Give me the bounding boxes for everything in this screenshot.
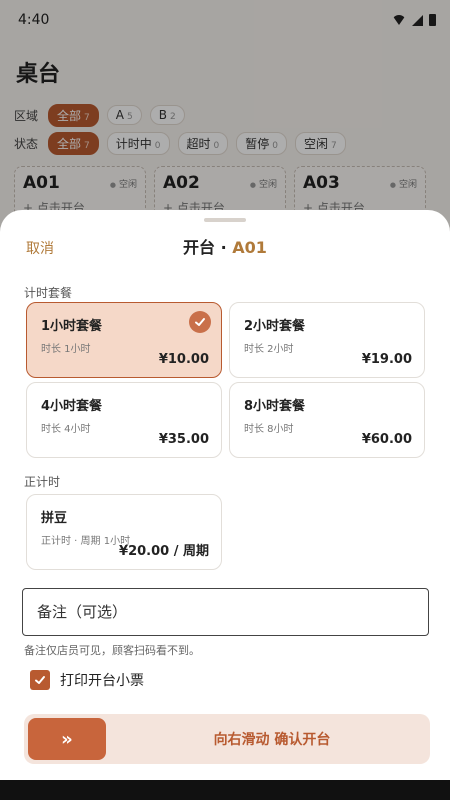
package-card-4h[interactable]: 4小时套餐 时长 4小时 ¥35.00 xyxy=(26,382,222,458)
open-table-sheet: 取消 开台 · A01 计时套餐 1小时套餐 时长 1小时 ¥10.00 2小时… xyxy=(0,210,450,780)
sheet-title-table: A01 xyxy=(232,238,267,257)
package-name: 1小时套餐 xyxy=(41,319,103,334)
package-card-1h[interactable]: 1小时套餐 时长 1小时 ¥10.00 xyxy=(26,302,222,378)
package-card-pindou[interactable]: 拼豆 正计时 · 周期 1小时 ¥20.00 / 周期 xyxy=(26,494,222,570)
sheet-header: 取消 开台 · A01 xyxy=(0,232,450,262)
sheet-title: 开台 · A01 xyxy=(0,234,450,258)
note-input[interactable] xyxy=(22,588,429,636)
slider-handle[interactable]: » xyxy=(28,718,106,760)
sheet-title-prefix: 开台 · xyxy=(183,238,233,257)
package-price: ¥20.00 / 周期 xyxy=(119,544,209,559)
package-name: 4小时套餐 xyxy=(41,399,103,414)
print-receipt-option[interactable]: 打印开台小票 xyxy=(30,670,144,690)
package-card-8h[interactable]: 8小时套餐 时长 8小时 ¥60.00 xyxy=(229,382,425,458)
package-price: ¥10.00 xyxy=(158,352,209,367)
print-receipt-checkbox[interactable] xyxy=(30,670,50,690)
slider-label: 向右滑动 确认开台 xyxy=(213,732,331,748)
sheet-drag-handle[interactable] xyxy=(204,218,246,222)
package-price: ¥19.00 xyxy=(361,352,412,367)
package-name: 拼豆 xyxy=(41,511,68,526)
print-receipt-label: 打印开台小票 xyxy=(60,673,144,689)
note-help-text: 备注仅店员可见，顾客扫码看不到。 xyxy=(24,644,200,657)
package-name: 2小时套餐 xyxy=(244,319,306,334)
system-nav-bar xyxy=(0,780,450,800)
swipe-to-confirm-slider[interactable]: » 向右滑动 确认开台 xyxy=(24,714,430,764)
timed-package-section-label: 计时套餐 xyxy=(24,286,73,300)
package-price: ¥60.00 xyxy=(361,432,412,447)
selected-check-icon xyxy=(189,311,211,333)
countup-section-label: 正计时 xyxy=(24,475,61,489)
double-chevron-right-icon: » xyxy=(61,728,73,750)
package-price: ¥35.00 xyxy=(158,432,209,447)
package-card-2h[interactable]: 2小时套餐 时长 2小时 ¥19.00 xyxy=(229,302,425,378)
package-name: 8小时套餐 xyxy=(244,399,306,414)
